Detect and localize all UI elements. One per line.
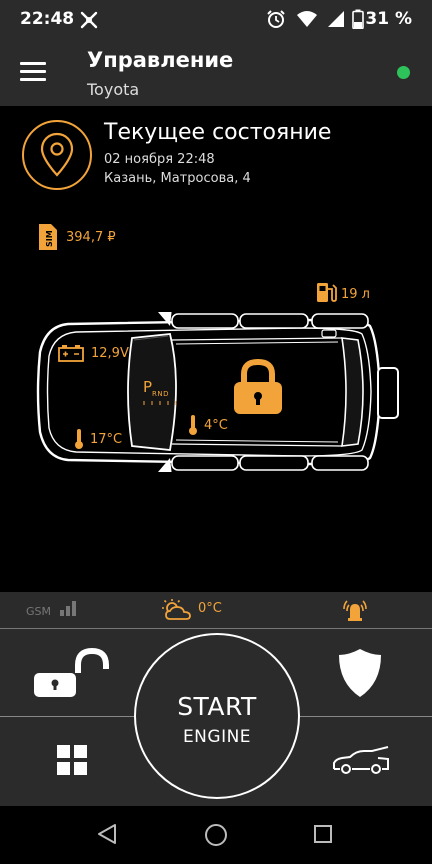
alarm-clock-icon	[267, 10, 285, 28]
gear-selected: P	[143, 378, 153, 396]
battery-level: 31 %	[365, 9, 412, 29]
engine-thermometer-icon	[189, 415, 197, 435]
location-button[interactable]	[22, 120, 92, 190]
fuel-icon	[317, 283, 337, 302]
recent-apps-icon[interactable]	[313, 824, 333, 844]
car-battery-icon	[58, 345, 84, 362]
start-label: START	[177, 692, 257, 721]
control-panel: START ENGINE	[0, 629, 432, 806]
page-title: Управление	[87, 48, 234, 72]
sim-balance: 394,7 ₽	[66, 230, 116, 245]
sim-card-icon: SIM	[39, 224, 57, 250]
home-icon[interactable]	[204, 823, 228, 847]
location-pin-icon	[40, 132, 74, 177]
battery-icon	[352, 9, 364, 29]
gsm-signal-icon	[60, 601, 76, 616]
system-nav-bar	[0, 806, 432, 864]
status-time: 22:48	[20, 9, 75, 29]
gear-options: RND	[152, 390, 169, 398]
guard-shield-button[interactable]	[337, 647, 383, 699]
menu-button[interactable]	[20, 62, 46, 82]
gear-indicator: P RND	[143, 378, 177, 408]
weather-cloud-sun-icon	[162, 599, 191, 620]
engine-label: ENGINE	[182, 727, 252, 747]
trunk-open-button[interactable]	[330, 745, 392, 777]
back-icon[interactable]	[96, 822, 118, 846]
cabin-temperature: 17°C	[90, 432, 123, 447]
menu-icon	[20, 62, 46, 65]
gear-scale-icon	[143, 401, 177, 405]
vehicle-status-panel: Текущее состояние 02 ноября 22:48 Казань…	[0, 106, 432, 592]
signal-icon	[328, 11, 344, 27]
gsm-label: GSM	[26, 605, 51, 618]
status-bar: 22:48 31 %	[0, 0, 432, 38]
car-diagram	[36, 312, 399, 472]
grid-icon	[57, 745, 70, 758]
more-menu-button[interactable]	[57, 745, 87, 775]
lock-status-icon	[234, 358, 282, 414]
info-strip: GSM 0°C	[0, 592, 432, 629]
wifi-icon	[297, 11, 317, 27]
state-timestamp: 02 ноября 22:48	[104, 152, 215, 167]
cabin-thermometer-icon	[75, 429, 83, 449]
vehicle-name: Toyota	[87, 80, 140, 99]
unlock-button[interactable]	[32, 647, 112, 699]
online-status-indicator	[397, 66, 410, 79]
current-state-title: Текущее состояние	[104, 120, 332, 145]
outside-temperature: 0°C	[198, 601, 222, 616]
fuel-level: 19 л	[341, 287, 370, 302]
engine-temperature: 4°C	[204, 418, 228, 433]
state-address: Казань, Матросова, 4	[104, 171, 251, 186]
battery-voltage: 12,9V	[91, 346, 129, 361]
start-engine-button[interactable]: START ENGINE	[134, 633, 300, 799]
app-bar: Управление Toyota	[0, 38, 432, 106]
sim-label: SIM	[45, 230, 54, 247]
vpn-icon	[80, 11, 98, 29]
siren-icon	[343, 600, 367, 621]
